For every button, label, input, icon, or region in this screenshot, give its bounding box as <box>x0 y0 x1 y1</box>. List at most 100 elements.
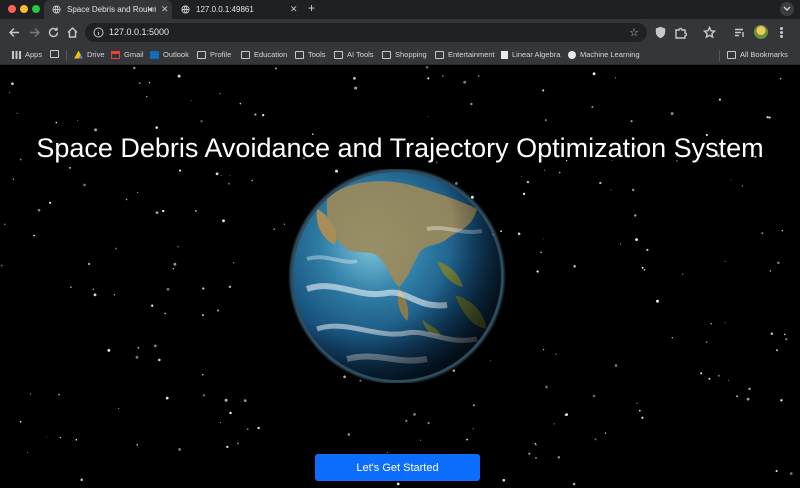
speaker-icon[interactable] <box>147 5 156 14</box>
star <box>354 86 358 90</box>
bookmark-star-icon[interactable]: ☆ <box>629 26 639 39</box>
maximize-window-button[interactable] <box>32 5 40 13</box>
star <box>535 457 537 459</box>
star <box>137 346 140 349</box>
bookmark-outlook[interactable]: Outlook <box>150 50 189 59</box>
new-tab-button[interactable]: + <box>308 1 315 15</box>
forward-button[interactable] <box>28 26 41 39</box>
address-text: 127.0.0.1:5000 <box>109 27 170 37</box>
tab-search-button[interactable] <box>780 2 794 16</box>
star <box>220 421 222 424</box>
star <box>766 116 769 119</box>
star <box>641 416 644 419</box>
all-bookmarks-button[interactable]: All Bookmarks <box>727 50 788 59</box>
star <box>779 77 782 80</box>
bookmark-label: Gmail <box>124 50 144 59</box>
star <box>542 89 545 92</box>
star <box>643 268 646 271</box>
bookmark-entertainment[interactable]: Entertainment <box>435 50 495 59</box>
star <box>620 243 621 245</box>
bookmark-apps[interactable]: Apps <box>12 50 42 59</box>
star <box>262 113 265 117</box>
star <box>11 82 14 86</box>
star <box>783 333 786 336</box>
star <box>781 229 784 232</box>
star <box>671 337 673 339</box>
star <box>215 172 219 176</box>
bookmark-tools[interactable]: Tools <box>295 50 326 59</box>
info-icon[interactable] <box>93 27 104 38</box>
bookmark-gmail[interactable]: Gmail <box>111 50 144 59</box>
star <box>630 120 633 123</box>
reading-list-button[interactable] <box>733 26 746 39</box>
star <box>543 349 545 351</box>
close-window-button[interactable] <box>8 5 16 13</box>
bookmark-drive[interactable]: Drive <box>74 50 105 59</box>
star <box>536 270 539 273</box>
bookmark-label: Shopping <box>395 50 427 59</box>
back-button[interactable] <box>8 26 21 39</box>
star <box>656 299 659 303</box>
bookmark-ai-tools[interactable]: AI Tools <box>334 50 374 59</box>
globe-icon <box>181 5 190 14</box>
browser-menu-button[interactable] <box>775 26 788 39</box>
tab-localhost[interactable]: 127.0.0.1:49861 ✕ <box>173 0 301 19</box>
chevron-down-icon <box>783 6 791 11</box>
minimize-window-button[interactable] <box>20 5 28 13</box>
star <box>775 469 778 473</box>
star <box>442 75 444 77</box>
star <box>425 65 429 69</box>
star <box>273 228 275 230</box>
earth-image <box>287 167 507 385</box>
reload-button[interactable] <box>47 26 60 39</box>
star <box>115 247 117 250</box>
star-outline-icon <box>702 25 717 39</box>
star <box>178 448 181 451</box>
close-tab-icon[interactable]: ✕ <box>161 4 169 15</box>
home-button[interactable] <box>66 26 79 39</box>
star <box>604 432 607 434</box>
star <box>228 285 232 288</box>
star <box>599 181 602 185</box>
bookmark-label: AI Tools <box>347 50 374 59</box>
star <box>352 76 356 80</box>
star <box>135 355 139 359</box>
globe-icon <box>52 5 61 14</box>
extensions-button[interactable] <box>674 26 688 39</box>
star <box>641 266 644 269</box>
bookmark-linear-algebra[interactable]: Linear Algebra <box>501 50 560 59</box>
bookmark-label: Drive <box>87 50 105 59</box>
star <box>219 93 221 95</box>
bookmark-label: Education <box>254 50 288 59</box>
star <box>670 112 674 116</box>
star <box>466 438 468 441</box>
star <box>769 270 772 272</box>
star <box>724 322 726 324</box>
star <box>777 261 780 265</box>
star <box>190 100 192 102</box>
star <box>26 452 28 454</box>
star <box>257 426 260 430</box>
star <box>201 314 205 317</box>
star <box>632 188 635 192</box>
star <box>427 421 430 425</box>
shield-extension-button[interactable] <box>654 26 667 39</box>
star <box>565 413 568 416</box>
bookmarks-panel-button[interactable] <box>702 25 717 39</box>
folder-icon <box>295 50 304 59</box>
bookmark-shopping[interactable]: Shopping <box>382 50 427 59</box>
get-started-button[interactable]: Let's Get Started <box>315 454 480 481</box>
star <box>477 75 480 77</box>
bookmark-machine-learning[interactable]: Machine Learning <box>568 50 640 59</box>
star <box>770 332 773 335</box>
bookmark-profile[interactable]: Profile <box>197 50 231 59</box>
close-tab-icon[interactable]: ✕ <box>290 4 298 15</box>
star <box>75 439 78 441</box>
profile-avatar[interactable] <box>754 25 768 39</box>
star <box>33 234 35 237</box>
bookmark-grid[interactable] <box>50 50 63 58</box>
tab-space-debris[interactable]: Space Debris and Route O ✕ <box>44 0 172 19</box>
address-bar[interactable]: 127.0.0.1:5000 ☆ <box>85 23 647 42</box>
folder-icon <box>197 50 206 59</box>
bookmark-education[interactable]: Education <box>241 50 287 59</box>
